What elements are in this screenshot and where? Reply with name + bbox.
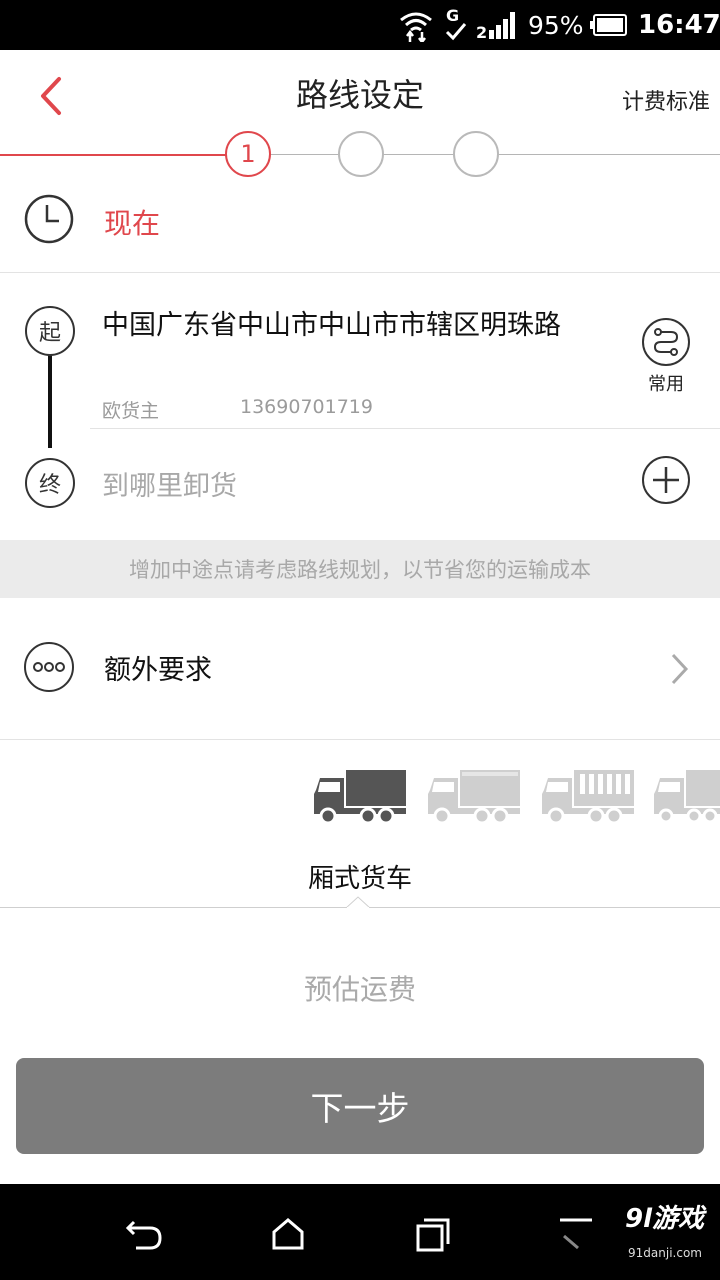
add-stop-button[interactable] bbox=[642, 456, 690, 504]
pricing-standard-link[interactable]: 计费标准 bbox=[622, 84, 710, 116]
pickup-time-value: 现在 bbox=[104, 207, 161, 240]
home-nav-icon[interactable] bbox=[268, 1214, 308, 1254]
contact-name: 欧货主 bbox=[102, 400, 160, 422]
selected-vehicle-name: 厢式货车 bbox=[307, 864, 412, 894]
step-3 bbox=[453, 131, 499, 177]
route-swap-icon bbox=[642, 318, 690, 366]
more-dots-icon bbox=[24, 642, 74, 692]
vehicle-selector: 厢式货车 bbox=[0, 740, 720, 910]
clock-time: 16:47 bbox=[638, 10, 720, 40]
box-truck-icon[interactable] bbox=[312, 768, 408, 828]
estimated-fare: 预估运费 bbox=[303, 973, 416, 1006]
watermark-brand: 9l游戏 bbox=[624, 1204, 704, 1234]
network-g-icon: G bbox=[444, 0, 468, 50]
app-header: 路线设定 计费标准 bbox=[0, 50, 720, 138]
signal-icon: 2 bbox=[476, 0, 520, 50]
cage-truck-icon[interactable] bbox=[540, 768, 636, 828]
common-label: 常用 bbox=[648, 374, 684, 395]
svg-text:G: G bbox=[446, 6, 459, 25]
back-nav-icon[interactable] bbox=[124, 1214, 164, 1254]
progress-stepper: 1 bbox=[0, 130, 720, 178]
origin-address[interactable]: 中国广东省中山市中山市市辖区明珠路 bbox=[102, 308, 602, 344]
status-bar: G 2 95% 16:47 bbox=[0, 0, 720, 50]
contact-phone: 13690701719 bbox=[240, 396, 373, 418]
battery-percent: 95% bbox=[528, 10, 584, 40]
divider bbox=[90, 428, 720, 429]
page-title: 路线设定 bbox=[295, 76, 424, 114]
divider bbox=[0, 272, 720, 273]
flatbed-truck-icon[interactable] bbox=[652, 768, 720, 828]
extra-requirements-label: 额外要求 bbox=[104, 655, 212, 686]
clock-icon bbox=[24, 194, 74, 244]
step-1: 1 bbox=[225, 131, 271, 177]
selection-pointer-icon bbox=[346, 896, 370, 908]
pickup-time-row[interactable]: 现在 bbox=[0, 180, 720, 272]
destination-input[interactable]: 到哪里卸货 bbox=[102, 464, 237, 503]
van-truck-icon[interactable] bbox=[426, 768, 522, 828]
stepper-progress bbox=[0, 154, 226, 156]
system-nav-bar: 9l游戏 91danji.com bbox=[0, 1184, 720, 1280]
route-hint: 增加中途点请考虑路线规划，以节省您的运输成本 bbox=[0, 540, 720, 598]
next-step-button[interactable]: 下一步 bbox=[16, 1058, 704, 1154]
start-badge: 起 bbox=[25, 306, 75, 356]
step-2 bbox=[338, 131, 384, 177]
svg-text:2: 2 bbox=[476, 23, 487, 40]
extra-requirements-row[interactable]: 额外要求 bbox=[0, 598, 720, 738]
wifi-data-icon bbox=[398, 0, 434, 50]
watermark-site: 91danji.com bbox=[628, 1246, 702, 1260]
recents-nav-icon[interactable] bbox=[412, 1214, 452, 1254]
menu-nav-icon[interactable] bbox=[556, 1214, 596, 1254]
plus-icon bbox=[653, 467, 679, 493]
battery-icon bbox=[590, 0, 628, 50]
route-section: 起 终 中国广东省中山市中山市市辖区明珠路 欧货主 13690701719 常用… bbox=[0, 274, 720, 538]
chevron-right-icon bbox=[671, 653, 689, 685]
common-addresses-button[interactable]: 常用 bbox=[636, 316, 696, 396]
end-badge: 终 bbox=[25, 458, 75, 508]
